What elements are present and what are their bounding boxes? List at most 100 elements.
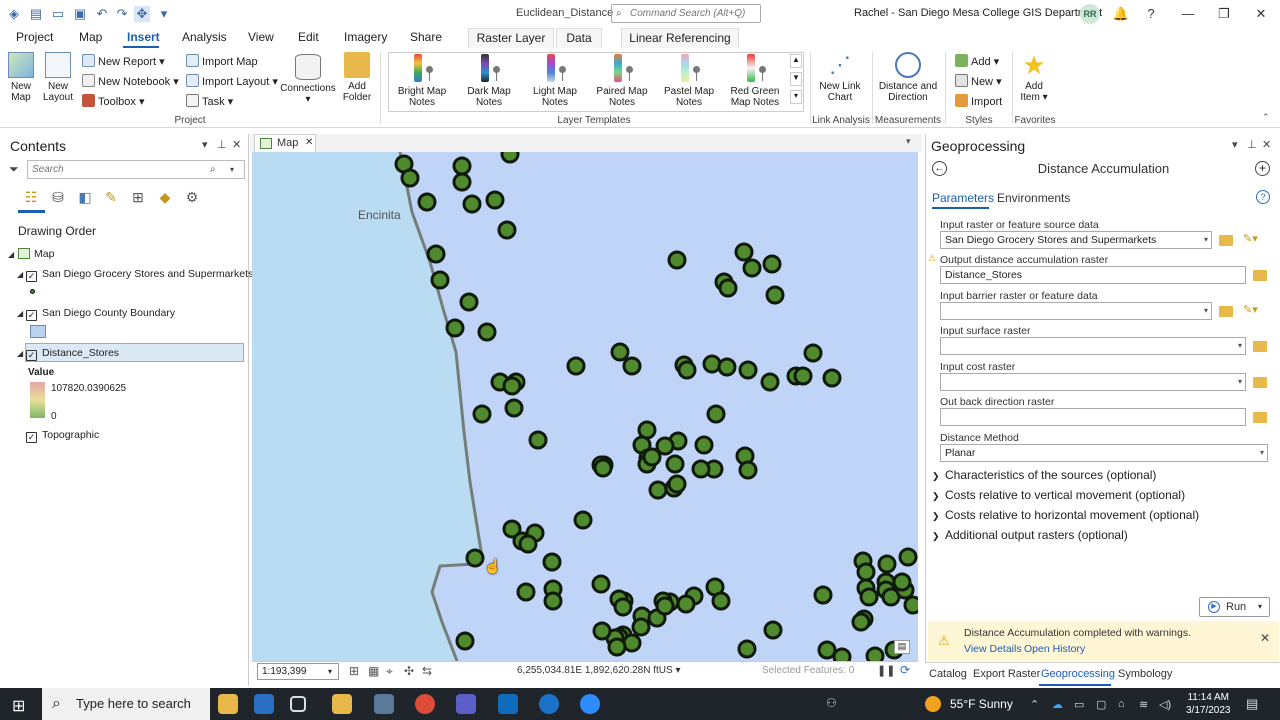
tab-symbology[interactable]: Symbology	[1118, 668, 1172, 680]
cost-raster-field[interactable]: ▾	[940, 373, 1246, 391]
store-point[interactable]	[711, 591, 731, 611]
add-icon[interactable]: +	[1255, 161, 1270, 176]
store-point[interactable]	[452, 156, 472, 176]
collapse-ribbon-icon[interactable]: ⌃	[1262, 112, 1270, 123]
tab-analysis[interactable]: Analysis	[182, 30, 227, 44]
store-point[interactable]	[593, 458, 613, 478]
store-point[interactable]	[607, 637, 627, 657]
pin-icon[interactable]: ⊥	[1247, 138, 1257, 151]
store-point[interactable]	[877, 554, 897, 574]
file-explorer-icon[interactable]	[332, 694, 352, 714]
refresh-icon[interactable]: ⟳	[900, 663, 910, 677]
store-point[interactable]	[465, 548, 485, 568]
store-point[interactable]	[400, 168, 420, 188]
store-point[interactable]	[528, 430, 548, 450]
store-point[interactable]	[504, 398, 524, 418]
store-point[interactable]	[648, 480, 668, 500]
list-by-labeling-icon[interactable]: ◆	[155, 187, 175, 207]
tab-imagery[interactable]: Imagery	[344, 30, 387, 44]
store-point[interactable]	[477, 322, 497, 342]
arcgis-pro-icon[interactable]	[374, 694, 394, 714]
tray-overflow-icon[interactable]: ⌃	[1030, 698, 1039, 711]
restore-icon[interactable]: ❐	[1214, 4, 1234, 24]
store-point[interactable]	[817, 640, 837, 660]
styles-new-button[interactable]: New ▾	[955, 74, 1002, 88]
list-by-drawing-order-icon[interactable]: ☷	[21, 187, 41, 207]
connections-button[interactable]: Connections ▾	[279, 54, 337, 105]
store-point[interactable]	[631, 617, 651, 637]
undo-icon[interactable]: ↶	[94, 6, 110, 22]
contents-search-input[interactable]: Search ⌕ ▾	[27, 160, 245, 179]
expand-map-icon[interactable]: ◢	[8, 250, 14, 259]
tab-export-raster[interactable]: Export Raster	[973, 668, 1040, 680]
store-point[interactable]	[765, 285, 785, 305]
store-point[interactable]	[452, 172, 472, 192]
map-view[interactable]: Encinita ☝ ▤	[252, 152, 918, 661]
store-point[interactable]	[793, 366, 813, 386]
store-point[interactable]	[592, 621, 612, 641]
list-by-perspective-icon[interactable]: ⚙	[182, 187, 202, 207]
output-raster-field[interactable]: Distance_Stores	[940, 266, 1246, 284]
add-item-button[interactable]: ★ Add Item ▾	[1014, 52, 1054, 103]
store-point[interactable]	[763, 620, 783, 640]
new-map-button[interactable]: New Map	[5, 52, 37, 103]
pane-options-icon[interactable]: ▾	[202, 138, 208, 151]
store-point[interactable]	[613, 597, 633, 617]
layer-distance-stores[interactable]: ✓ Distance_Stores	[26, 347, 119, 361]
correction-icon[interactable]: ✣	[404, 664, 414, 678]
run-button[interactable]: ▶ Run ▾	[1199, 597, 1270, 617]
navigate-icon[interactable]: ✥	[134, 6, 150, 22]
expand-layer-icon[interactable]: ◢	[17, 349, 23, 358]
table-icon[interactable]: ▦	[368, 664, 379, 678]
layer-checkbox[interactable]: ✓	[26, 271, 37, 282]
browse-folder-icon[interactable]	[1253, 341, 1267, 352]
store-point[interactable]	[462, 194, 482, 214]
teams-icon[interactable]	[456, 694, 476, 714]
pin-icon[interactable]: ⊥	[217, 138, 227, 151]
store-point[interactable]	[734, 242, 754, 262]
command-search-input[interactable]: ⌕ Command Search (Alt+Q)	[611, 4, 761, 23]
help-icon[interactable]: ?	[1256, 190, 1270, 204]
section-characteristics-sources[interactable]: ❯ Characteristics of the sources (optiona…	[932, 468, 1156, 482]
template-pastel-map-notes[interactable]: Pastel Map Notes	[657, 54, 721, 108]
store-point[interactable]	[430, 270, 450, 290]
store-point[interactable]	[898, 547, 918, 567]
display-icon[interactable]: ▢	[1096, 698, 1106, 711]
browse-folder-icon[interactable]	[1253, 377, 1267, 388]
view-details-link[interactable]: View Details	[964, 643, 1022, 655]
zoom-icon[interactable]	[580, 694, 600, 714]
store-point[interactable]	[655, 596, 675, 616]
store-point[interactable]	[566, 356, 586, 376]
list-by-data-source-icon[interactable]: ⛁	[48, 187, 68, 207]
close-icon[interactable]: ✕	[1260, 631, 1270, 645]
chevron-down-icon[interactable]: ▾	[156, 6, 172, 22]
tab-share[interactable]: Share	[410, 30, 442, 44]
store-point[interactable]	[677, 360, 697, 380]
store-point[interactable]	[822, 368, 842, 388]
chrome-icon[interactable]	[415, 694, 435, 714]
tab-environments[interactable]: Environments	[997, 191, 1070, 205]
layer-grocery-stores[interactable]: ✓ San Diego Grocery Stores and Supermarke…	[26, 268, 253, 282]
store-point[interactable]	[485, 190, 505, 210]
tab-insert[interactable]: Insert	[127, 30, 160, 44]
tab-linear-referencing[interactable]: Linear Referencing	[621, 28, 739, 48]
import-map-button[interactable]: Import Map	[186, 54, 258, 68]
template-dark-map-notes[interactable]: Dark Map Notes	[457, 54, 521, 108]
toolbox-button[interactable]: Toolbox ▾	[82, 94, 145, 108]
save-icon[interactable]: ▣	[72, 6, 88, 22]
expand-layer-icon[interactable]: ◢	[17, 270, 23, 279]
scale-selector[interactable]: 1:193,399 ▾	[257, 663, 339, 680]
taskbar-widget-icon[interactable]	[218, 694, 238, 714]
battery-icon[interactable]: ▭	[1074, 698, 1084, 711]
store-point[interactable]	[455, 631, 475, 651]
store-point[interactable]	[642, 447, 662, 467]
filter-icon[interactable]: ⏷	[9, 162, 19, 177]
gallery-expand[interactable]: ▾	[790, 90, 802, 104]
taskbar-search-input[interactable]: ⌕ Type here to search	[42, 688, 210, 720]
store-point[interactable]	[718, 278, 738, 298]
new-project-icon[interactable]: ▤	[28, 6, 44, 22]
new-report-button[interactable]: New Report ▾	[82, 54, 165, 68]
pause-icon[interactable]: ❚❚	[877, 664, 895, 677]
store-point[interactable]	[667, 250, 687, 270]
close-pane-icon[interactable]: ✕	[232, 138, 241, 151]
